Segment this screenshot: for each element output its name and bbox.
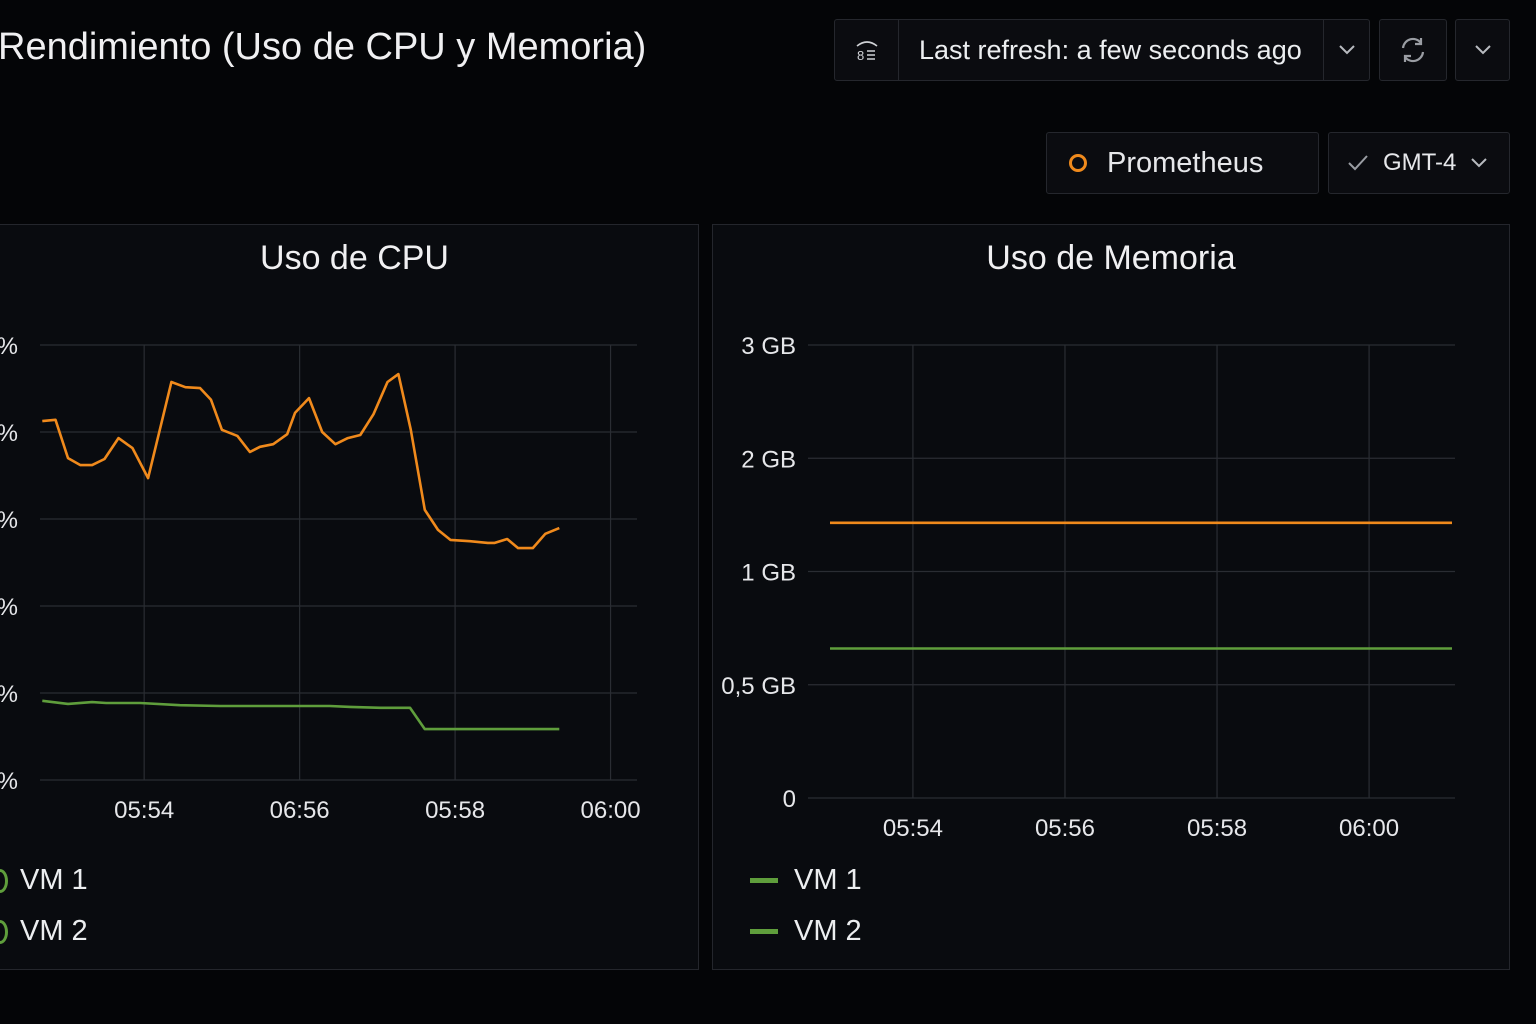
legend-item-vm2[interactable]: VM 2: [750, 906, 862, 957]
legend-label: VM 1: [20, 864, 88, 896]
y-tick-label: 0,5 GB: [721, 673, 796, 700]
x-tick-label: 05:54: [883, 815, 943, 842]
x-tick-label: 05:58: [1187, 815, 1247, 842]
legend-item-vm1[interactable]: VM 1: [750, 855, 862, 906]
legend-label: VM 1: [794, 864, 862, 896]
memory-legend: VM 1 VM 2: [750, 855, 862, 957]
legend-label: VM 2: [794, 915, 862, 947]
cpu-legend: VM 1 VM 2: [0, 855, 88, 957]
legend-marker-icon: [0, 868, 8, 893]
legend-marker-icon: [0, 919, 8, 944]
y-tick-label: 0: [783, 786, 796, 813]
legend-line-icon: [750, 929, 778, 934]
legend-label: VM 2: [20, 915, 88, 947]
legend-item-vm1[interactable]: VM 1: [0, 855, 88, 906]
x-tick-label: 06:00: [1339, 815, 1399, 842]
legend-item-vm2[interactable]: VM 2: [0, 906, 88, 957]
x-tick-label: 05:56: [1035, 815, 1095, 842]
y-tick-label: 3 GB: [741, 333, 796, 360]
y-tick-label: 1 GB: [741, 560, 796, 587]
y-tick-label: 2 GB: [741, 446, 796, 473]
legend-line-icon: [750, 878, 778, 883]
